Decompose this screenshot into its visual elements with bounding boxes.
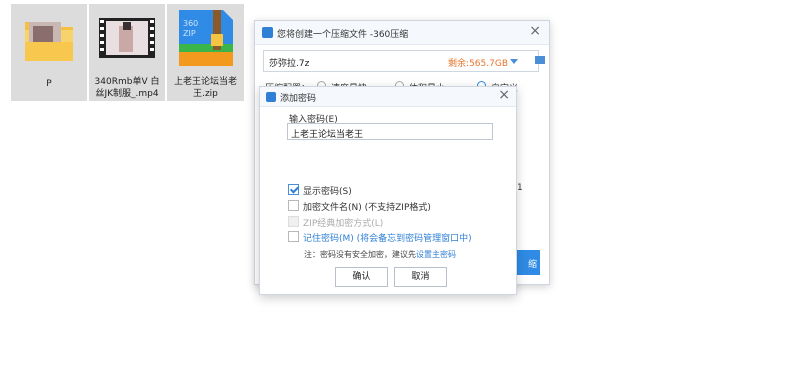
confirm-button[interactable]: 确认 (335, 267, 388, 287)
zip-icon-text-bottom: ZIP (183, 29, 196, 38)
file-name: P (46, 79, 52, 89)
app-icon (262, 27, 273, 38)
close-icon[interactable]: × (529, 23, 541, 39)
dialog-titlebar: 添加密码 × (260, 87, 516, 107)
zip-archive-icon: 360 ZIP (179, 10, 233, 66)
browse-folder-icon[interactable] (535, 56, 545, 64)
app-icon (266, 92, 276, 102)
archive-name-field[interactable]: 莎弥拉.7z 剩余:565.7GB (263, 50, 539, 72)
dialog-titlebar: 您将创建一个压缩文件 -360压缩 × (255, 21, 549, 45)
password-input[interactable]: 上老王论坛当老王 (287, 123, 493, 140)
encrypt-filenames-checkbox[interactable] (288, 200, 299, 211)
set-master-password-link[interactable]: 设置主密码 (416, 250, 456, 259)
chevron-down-icon[interactable] (510, 59, 518, 64)
folder-icon (25, 22, 73, 61)
desktop: P 340Rmb单V 白 丝JK制服_.mp4 360 ZIP 上老王论坛当老 (0, 0, 800, 379)
archive-name-value: 莎弥拉.7z (269, 59, 310, 69)
show-password-label: 显示密码(S) (303, 187, 352, 197)
show-password-checkbox[interactable] (288, 184, 299, 195)
close-icon[interactable]: × (498, 87, 510, 103)
cancel-button[interactable]: 取消 (394, 267, 447, 287)
free-space-label: 剩余:565.7GB (448, 59, 508, 69)
file-tile-folder[interactable]: P (11, 4, 87, 101)
note-text: 注：密码没有安全加密，建议先 (304, 250, 416, 259)
file-name-line2: 丝JK制服_.mp4 (95, 89, 159, 99)
remember-password-label: 记住密码(M) (将会备忘到密码管理窗口中) (303, 234, 472, 244)
dialog-title: 添加密码 (280, 94, 317, 104)
dialog-title: 您将创建一个压缩文件 -360压缩 (277, 30, 409, 40)
remember-password-checkbox[interactable] (288, 231, 299, 242)
security-note: 注：密码没有安全加密，建议先设置主密码 (304, 249, 456, 260)
zip-classic-checkbox (288, 216, 299, 227)
file-tile-video[interactable]: 340Rmb单V 白 丝JK制服_.mp4 (89, 4, 165, 101)
file-name-line2: 王.zip (193, 89, 218, 99)
side-text: 1 (517, 183, 523, 193)
file-name-line1: 340Rmb单V 白 (94, 77, 160, 87)
zip-icon-text-top: 360 (183, 19, 198, 28)
zip-classic-label: ZIP经典加密方式(L) (303, 219, 384, 229)
video-file-icon (99, 18, 155, 58)
file-tile-zip[interactable]: 360 ZIP 上老王论坛当老 王.zip (167, 4, 244, 101)
file-name-line1: 上老王论坛当老 (173, 77, 237, 87)
add-password-dialog: 添加密码 × 输入密码(E) 上老王论坛当老王 显示密码(S) 加密文件名(N)… (259, 86, 517, 295)
encrypt-filenames-label: 加密文件名(N) (不支持ZIP格式) (303, 203, 431, 213)
